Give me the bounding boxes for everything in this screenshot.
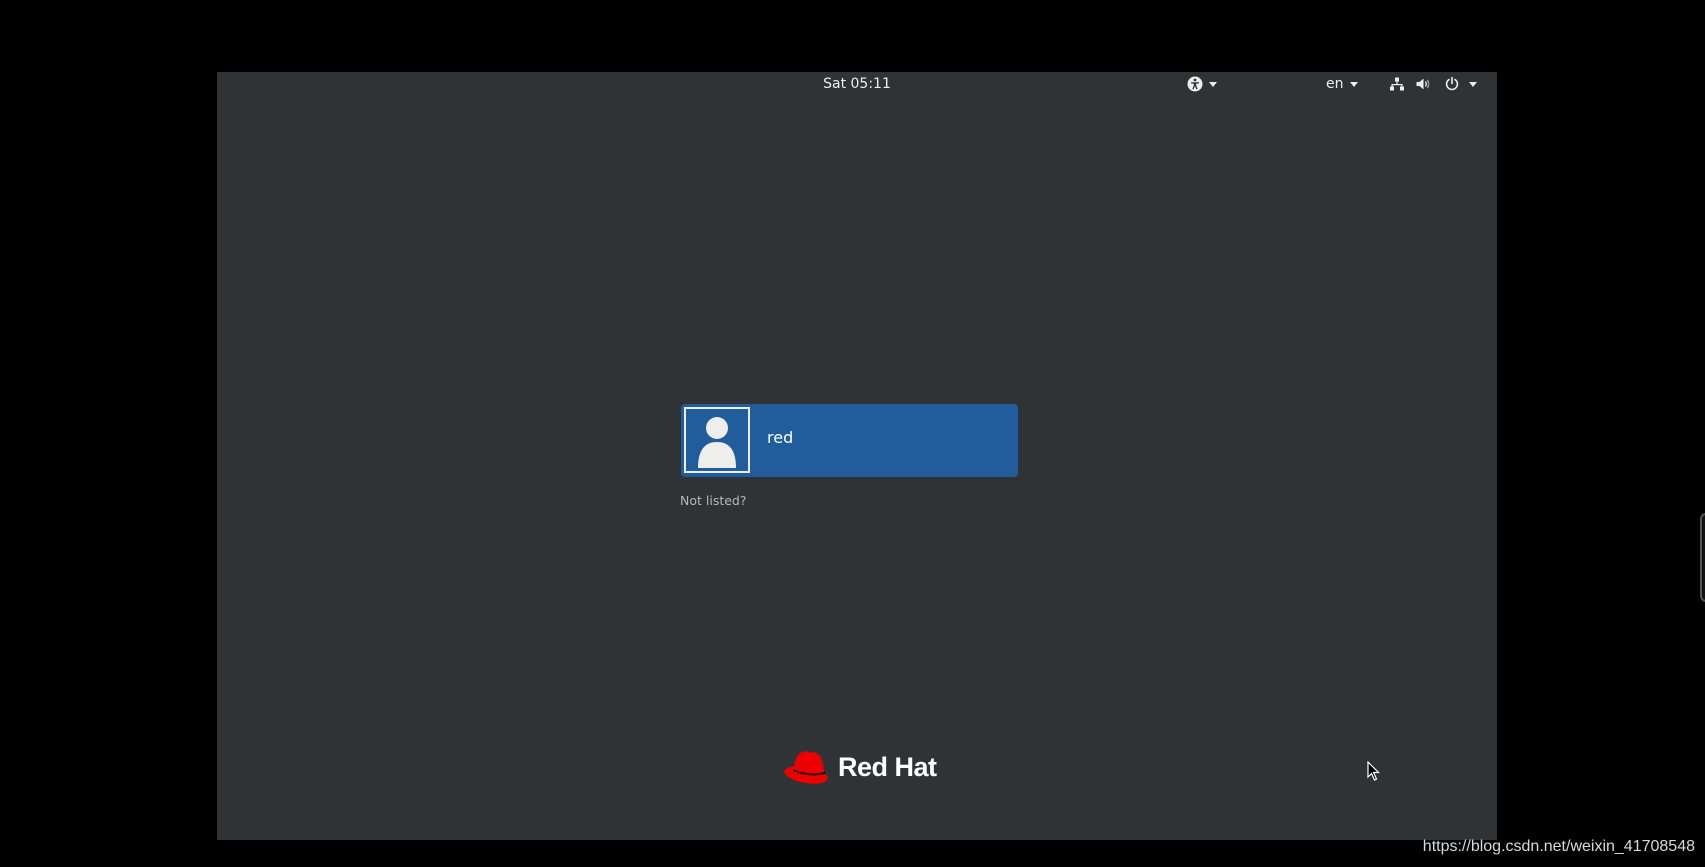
- user-avatar-icon: [684, 407, 750, 473]
- system-menu[interactable]: [1389, 75, 1477, 93]
- gdm-login-screen: Sat 05:11 en red Not listed? Red Hat: [217, 72, 1497, 840]
- chevron-down-icon: [1209, 81, 1217, 87]
- power-icon: [1444, 76, 1460, 92]
- language-label: en: [1326, 76, 1344, 92]
- clock[interactable]: Sat 05:11: [217, 76, 1497, 92]
- red-hat-logo: Red Hat: [782, 746, 937, 788]
- accessibility-icon: [1187, 76, 1203, 92]
- side-panel-tab: [1700, 513, 1705, 602]
- volume-icon: [1415, 76, 1431, 92]
- top-bar: Sat 05:11 en: [217, 72, 1497, 96]
- not-listed-button[interactable]: Not listed?: [680, 493, 747, 508]
- user-list-item[interactable]: red: [681, 404, 1018, 477]
- watermark-url: https://blog.csdn.net/weixin_41708548: [1422, 838, 1695, 855]
- accessibility-menu[interactable]: [1187, 75, 1217, 93]
- chevron-down-icon: [1469, 81, 1477, 87]
- logo-text: Red Hat: [838, 751, 937, 782]
- chevron-down-icon: [1349, 81, 1358, 87]
- red-hat-fedora-icon: [784, 751, 828, 784]
- language-menu[interactable]: en: [1326, 75, 1358, 93]
- mouse-cursor-icon: [1367, 760, 1381, 785]
- user-name: red: [767, 428, 794, 447]
- network-wired-icon: [1389, 76, 1405, 92]
